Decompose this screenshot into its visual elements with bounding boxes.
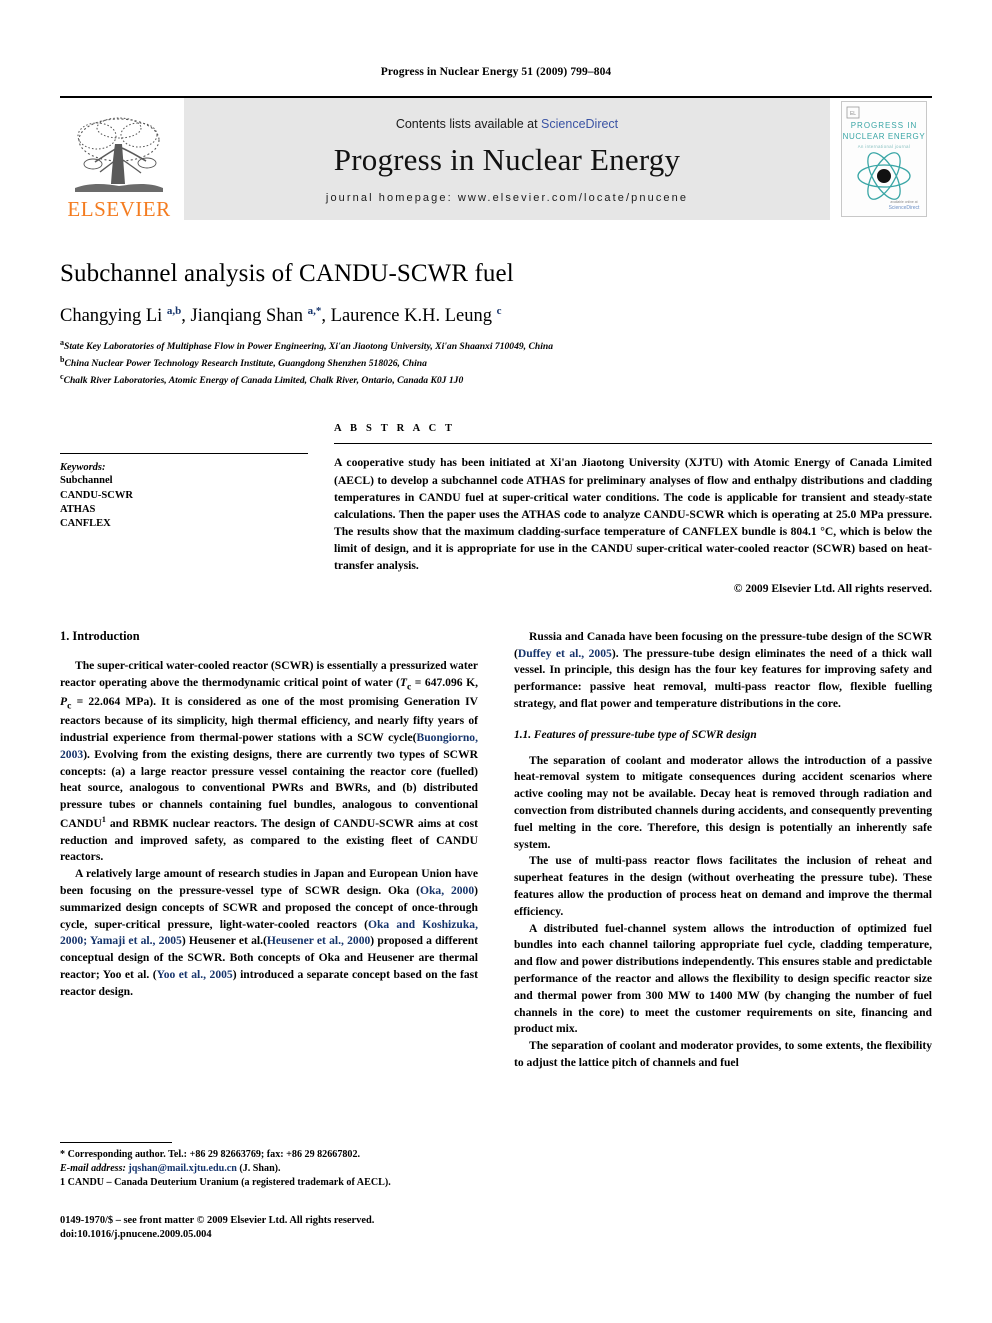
- abstract-heading: A B S T R A C T: [334, 423, 456, 435]
- affiliation-a: aState Key Laboratories of Multiphase Fl…: [60, 337, 932, 354]
- keyword-item: Subchannel: [60, 475, 113, 487]
- journal-homepage-line[interactable]: journal homepage: www.elsevier.com/locat…: [326, 192, 688, 204]
- abstract-column: A B S T R A C T A cooperative study has …: [334, 423, 932, 595]
- paragraph: The separation of coolant and moderator …: [514, 753, 932, 851]
- keywords-heading: Keywords:: [60, 462, 106, 474]
- abstract-text: A cooperative study has been initiated a…: [334, 456, 932, 572]
- email-address-link[interactable]: jqshan@mail.xjtu.edu.cn: [128, 1163, 236, 1174]
- keywords-rule: [60, 453, 308, 455]
- svg-text:available online at: available online at: [890, 200, 917, 204]
- paragraph: The separation of coolant and moderator …: [514, 1039, 932, 1070]
- elsevier-wordmark: ELSEVIER: [67, 197, 171, 221]
- keywords-column: Keywords: Subchannel CANDU-SCWR ATHAS CA…: [60, 423, 308, 594]
- footnote-corresponding-author: * Corresponding author. Tel.: +86 29 826…: [60, 1149, 361, 1160]
- running-head: Progress in Nuclear Energy 51 (2009) 799…: [380, 66, 612, 78]
- right-column: Russia and Canada have been focusing on …: [514, 629, 932, 1072]
- affiliation-b: bChina Nuclear Power Technology Research…: [60, 354, 932, 371]
- page-title: Subchannel analysis of CANDU-SCWR fuel: [60, 260, 514, 287]
- elsevier-tree-icon: [75, 117, 163, 192]
- left-column: 1. Introduction The super-critical water…: [60, 629, 478, 1072]
- colophon: 0149-1970/$ – see front matter © 2009 El…: [60, 1214, 530, 1243]
- masthead-center-panel: Contents lists available at ScienceDirec…: [184, 98, 830, 220]
- body-columns: 1. Introduction The super-critical water…: [60, 629, 932, 1072]
- colophon-front-matter: 0149-1970/$ – see front matter © 2009 El…: [60, 1215, 375, 1226]
- keyword-item: CANFLEX: [60, 518, 111, 529]
- affiliation-text-a: State Key Laboratories of Multiphase Flo…: [64, 341, 554, 353]
- footnote-candu-definition: 1 CANDU – Canada Deuterium Uranium (a re…: [60, 1177, 391, 1189]
- svg-text:PROGRESS IN: PROGRESS IN: [851, 121, 918, 130]
- elsevier-logo: ELSEVIER: [60, 98, 178, 220]
- cover-atom-icon: EL PROGRESS IN NUCLEAR ENERGY An interna…: [842, 102, 926, 216]
- journal-masthead: ELSEVIER Contents lists available at Sci…: [60, 96, 932, 220]
- keyword-item: ATHAS: [60, 503, 96, 515]
- contents-lists-line: Contents lists available at ScienceDirec…: [396, 117, 618, 131]
- footnote-rule: [60, 1142, 172, 1143]
- journal-cover-thumbnail: EL PROGRESS IN NUCLEAR ENERGY An interna…: [836, 98, 932, 220]
- affiliation-text-b: China Nuclear Power Technology Research …: [64, 358, 427, 370]
- sciencedirect-link[interactable]: ScienceDirect: [541, 117, 618, 131]
- affiliation-list: aState Key Laboratories of Multiphase Fl…: [60, 337, 932, 387]
- svg-text:ScienceDirect: ScienceDirect: [889, 205, 920, 211]
- paragraph: Russia and Canada have been focusing on …: [514, 629, 932, 710]
- article-page: Progress in Nuclear Energy 51 (2009) 799…: [0, 0, 992, 1323]
- abstract-region: Keywords: Subchannel CANDU-SCWR ATHAS CA…: [60, 423, 932, 595]
- paragraph: A relatively large amount of research st…: [60, 867, 479, 998]
- colophon-doi: doi:10.1016/j.pnucene.2009.05.004: [60, 1229, 212, 1241]
- paragraph: A distributed fuel-channel system allows…: [514, 921, 932, 1036]
- affiliation-text-c: Chalk River Laboratories, Atomic Energy …: [63, 374, 464, 386]
- abstract-copyright: © 2009 Elsevier Ltd. All rights reserved…: [733, 581, 932, 595]
- journal-title: Progress in Nuclear Energy: [333, 141, 681, 177]
- affiliation-c: cChalk River Laboratories, Atomic Energy…: [60, 371, 932, 388]
- email-label: E-mail address:: [60, 1163, 126, 1175]
- svg-text:NUCLEAR ENERGY: NUCLEAR ENERGY: [843, 132, 926, 141]
- abstract-rule: [334, 443, 932, 445]
- cover-artwork: EL PROGRESS IN NUCLEAR ENERGY An interna…: [841, 101, 927, 217]
- contents-prefix: Contents lists available at: [395, 116, 542, 131]
- footnote-email: E-mail address: jqshan@mail.xjtu.edu.cn …: [60, 1162, 478, 1176]
- paragraph: The use of multi-pass reactor flows faci…: [514, 854, 932, 918]
- svg-text:EL: EL: [850, 111, 856, 117]
- svg-text:An international journal: An international journal: [858, 144, 910, 149]
- section-heading-introduction: 1. Introduction: [60, 628, 140, 643]
- author-list: Changying Li a,b, Jianqiang Shan a,*, La…: [60, 304, 502, 326]
- keyword-item: CANDU-SCWR: [60, 489, 133, 501]
- paragraph: The super-critical water-cooled reactor …: [60, 658, 478, 864]
- title-block: Subchannel analysis of CANDU-SCWR fuel C…: [60, 260, 932, 387]
- email-suffix: (J. Shan).: [239, 1163, 281, 1175]
- footnote-block: * Corresponding author. Tel.: +86 29 826…: [60, 1142, 478, 1190]
- subsection-heading-features: 1.1. Features of pressure-tube type of S…: [514, 728, 757, 741]
